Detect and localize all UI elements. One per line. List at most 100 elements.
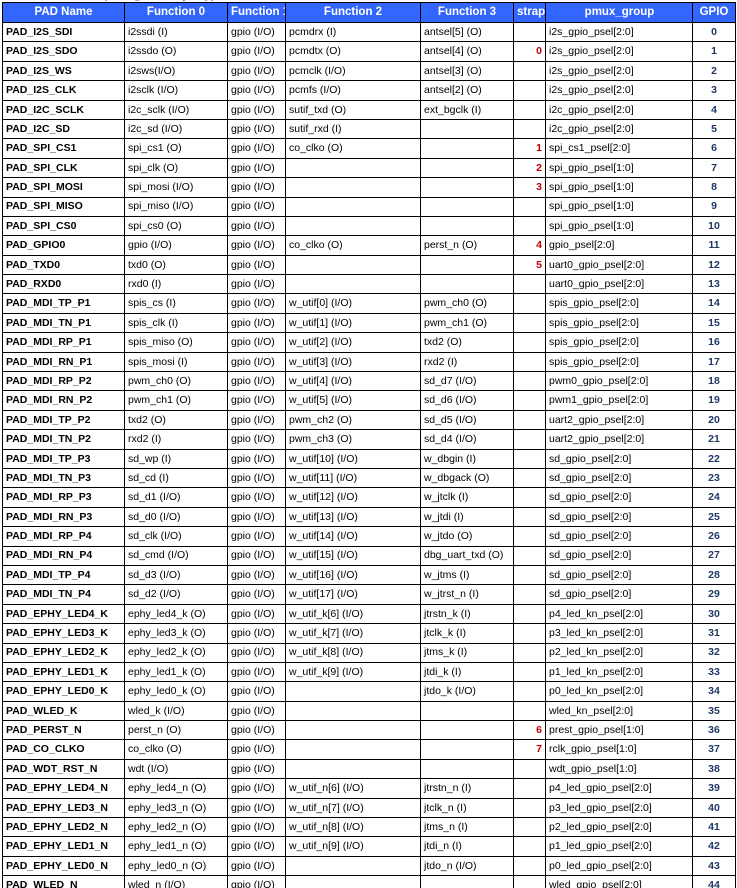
table-row[interactable]: PAD_I2S_SDI i2ssdi (I) gpio (I/O) pcmdrx (I… (2, 21, 736, 43)
cell-gpio: 2 (692, 60, 736, 82)
cell-pmux-group: i2c_gpio_psel[2:0] (545, 99, 693, 120)
table-row[interactable]: PAD_MDI_RN_P2 pwm_ch1 (O) gpio (I/O) w_utif… (2, 390, 736, 411)
table-row[interactable]: PAD_MDI_TN_P2 rxd2 (I) gpio (I/O) pwm_ch3 (… (2, 429, 736, 450)
table-row[interactable]: PAD_MDI_RP_P1 spis_miso (O) gpio (I/O) w_ut… (2, 332, 736, 353)
table-row[interactable]: PAD_EPHY_LED1_K ephy_led1_k (O) gpio (I/O)… (2, 661, 736, 683)
table-row[interactable]: PAD_WLED_N wled_n (I/O) gpio (I/O) wled_gpi… (2, 875, 736, 888)
cell-pmux-group: sd_gpio_psel[2:0] (545, 564, 693, 586)
cell-pad-name: PAD_EPHY_LED4_N (2, 778, 125, 799)
cell-strap (513, 293, 546, 314)
table-row[interactable]: PAD_MDI_TP_P4 sd_d3 (I/O) gpio (I/O) w_utif… (2, 564, 736, 586)
table-row[interactable]: PAD_EPHY_LED0_K ephy_led0_k (O) gpio (I/O)… (2, 681, 736, 702)
table-row[interactable]: PAD_EPHY_LED3_K ephy_led3_k (O) gpio (I/O)… (2, 623, 736, 644)
column-header-pad-name[interactable]: PAD Name (2, 2, 125, 23)
table-row[interactable]: PAD_SPI_CS0 spi_cs0 (O) gpio (I/O) spi_gpio… (2, 215, 736, 237)
cell-function-0: spi_cs0 (O) (124, 215, 228, 237)
table-row[interactable]: PAD_SPI_CS1 spi_cs1 (O) gpio (I/O) co_clko … (2, 138, 736, 159)
cell-strap (513, 196, 546, 217)
table-row[interactable]: PAD_MDI_TP_P1 spis_cs (I) gpio (I/O) w_utif… (2, 293, 736, 314)
cell-pmux-group: p4_led_kn_psel[2:0] (545, 603, 693, 625)
cell-function-0: sd_wp (I) (124, 448, 228, 469)
table-row[interactable]: PAD_WLED_K wled_k (I/O) gpio (I/O) wled_kn_… (2, 700, 736, 722)
cell-function-1: gpio (I/O) (227, 448, 286, 469)
cell-strap (513, 526, 546, 547)
table-row[interactable]: PAD_I2C_SD i2c_sd (I/O) gpio (I/O) sutif_rx… (2, 118, 736, 140)
table-row[interactable]: PAD_MDI_RN_P3 sd_d0 (I/O) gpio (I/O) w_utif… (2, 506, 736, 528)
table-row[interactable]: PAD_SPI_MISO spi_miso (I/O) gpio (I/O) spi_… (2, 196, 736, 217)
table-row[interactable]: PAD_MDI_TN_P1 spis_clk (I) gpio (I/O) w_uti… (2, 312, 736, 334)
cell-function-3: antsel[4] (O) (420, 41, 514, 62)
column-header-function-3[interactable]: Function 3 (420, 2, 514, 23)
cell-function-0: txd2 (O) (124, 409, 228, 431)
cell-pad-name: PAD_SPI_CS1 (2, 138, 125, 159)
cell-function-2 (285, 157, 421, 179)
table-row[interactable]: PAD_EPHY_LED4_N ephy_led4_n (O) gpio (I/O)… (2, 778, 736, 799)
cell-pmux-group: i2s_gpio_psel[2:0] (545, 60, 693, 82)
cell-pmux-group: uart2_gpio_psel[2:0] (545, 409, 693, 431)
table-row[interactable]: PAD_I2S_SDO i2ssdo (O) gpio (I/O) pcmdtx (O… (2, 41, 736, 62)
table-row[interactable]: PAD_MDI_TP_P3 sd_wp (I) gpio (I/O) w_utif[1… (2, 448, 736, 469)
cell-function-2: pcmdrx (I) (285, 21, 421, 43)
table-row[interactable]: PAD_SPI_MOSI spi_mosi (I/O) gpio (I/O) 3 spi… (2, 177, 736, 198)
cell-function-2: w_utif[17] (I/O) (285, 584, 421, 605)
cell-function-2: w_utif[3] (I/O) (285, 351, 421, 373)
cell-function-1: gpio (I/O) (227, 99, 286, 120)
table-row[interactable]: PAD_PERST_N perst_n (O) gpio (I/O) 6 prest_g… (2, 720, 736, 741)
cell-function-3: jtms_n (I) (420, 817, 514, 838)
cell-function-0: rxd2 (I) (124, 429, 228, 450)
cell-function-2: w_utif_n[9] (I/O) (285, 836, 421, 857)
cell-gpio: 38 (692, 758, 736, 780)
cell-pad-name: PAD_PERST_N (2, 720, 125, 741)
table-row[interactable]: PAD_EPHY_LED4_K ephy_led4_k (O) gpio (I/O)… (2, 603, 736, 625)
table-row[interactable]: PAD_GPIO0 gpio (I/O) gpio (I/O) co_clko (O)… (2, 235, 736, 256)
table-row[interactable]: PAD_CO_CLKO co_clko (O) gpio (I/O) 7 rclk_gp… (2, 739, 736, 760)
table-row[interactable]: PAD_MDI_RP_P3 sd_d1 (I/O) gpio (I/O) w_utif… (2, 487, 736, 508)
cell-gpio: 14 (692, 293, 736, 314)
table-row[interactable]: PAD_MDI_RP_P2 pwm_ch0 (O) gpio (I/O) w_utif… (2, 371, 736, 392)
cell-function-3: jtrstn_n (I) (420, 778, 514, 799)
cell-pmux-group: i2s_gpio_psel[2:0] (545, 21, 693, 43)
column-header-pmux-group[interactable]: pmux_group (545, 2, 693, 23)
cell-pmux-group: p0_led_kn_psel[2:0] (545, 681, 693, 702)
table-row[interactable]: PAD_SPI_CLK spi_clk (O) gpio (I/O) 2 spi_gpi… (2, 157, 736, 179)
table-row[interactable]: PAD_WDT_RST_N wdt (I/O) gpio (I/O) wdt_gpio… (2, 758, 736, 780)
table-row[interactable]: PAD_MDI_RN_P4 sd_cmd (I/O) gpio (I/O) w_uti… (2, 545, 736, 566)
cell-strap (513, 215, 546, 237)
cell-function-3: antsel[3] (O) (420, 60, 514, 82)
cell-gpio: 31 (692, 623, 736, 644)
table-row[interactable]: PAD_EPHY_LED0_N ephy_led0_n (O) gpio (I/O)… (2, 855, 736, 877)
table-row[interactable]: PAD_TXD0 txd0 (O) gpio (I/O) 5 uart0_gpio_ps… (2, 254, 736, 276)
table-row[interactable]: PAD_MDI_RN_P1 spis_mosi (I) gpio (I/O) w_ut… (2, 351, 736, 373)
table-row[interactable]: PAD_EPHY_LED3_N ephy_led3_n (O) gpio (I/O)… (2, 797, 736, 819)
table-row[interactable]: PAD_MDI_TN_P3 sd_cd (I) gpio (I/O) w_utif[1… (2, 467, 736, 489)
table-row[interactable]: PAD_MDI_TN_P4 sd_d2 (I/O) gpio (I/O) w_utif… (2, 584, 736, 605)
table-row[interactable]: PAD_I2S_WS i2sws(I/O) gpio (I/O) pcmclk (I/… (2, 60, 736, 82)
table-row[interactable]: PAD_EPHY_LED2_K ephy_led2_k (O) gpio (I/O)… (2, 642, 736, 663)
cell-function-0: sd_d2 (I/O) (124, 584, 228, 605)
cell-function-0: sd_clk (I/O) (124, 526, 228, 547)
cell-function-1: gpio (I/O) (227, 758, 286, 780)
column-header-gpio[interactable]: GPIO (692, 2, 736, 23)
table-row[interactable]: PAD_MDI_TP_P2 txd2 (O) gpio (I/O) pwm_ch2 (… (2, 409, 736, 431)
table-row[interactable]: PAD_I2C_SCLK i2c_sclk (I/O) gpio (I/O) suti… (2, 99, 736, 120)
cell-pad-name: PAD_I2C_SCLK (2, 99, 125, 120)
table-row[interactable]: PAD_RXD0 rxd0 (I) gpio (I/O) uart0_gpio_pse… (2, 274, 736, 295)
cell-function-1: gpio (I/O) (227, 623, 286, 644)
column-header-function-1[interactable]: Function 1 (227, 2, 286, 23)
table-row[interactable]: PAD_MDI_RP_P4 sd_clk (I/O) gpio (I/O) w_uti… (2, 526, 736, 547)
cell-function-1: gpio (I/O) (227, 196, 286, 217)
table-row[interactable]: PAD_I2S_CLK i2sclk (I/O) gpio (I/O) pcmfs (… (2, 80, 736, 101)
column-header-strap[interactable]: strap (513, 2, 546, 23)
cell-function-2 (285, 739, 421, 760)
cell-pmux-group: p2_led_gpio_psel[2:0] (545, 817, 693, 838)
cell-function-3 (420, 739, 514, 760)
column-header-function-0[interactable]: Function 0 (124, 2, 228, 23)
cell-pad-name: PAD_WLED_N (2, 875, 125, 888)
cell-pad-name: PAD_EPHY_LED1_K (2, 661, 125, 683)
table-row[interactable]: PAD_EPHY_LED2_N ephy_led2_n (O) gpio (I/O)… (2, 817, 736, 838)
cell-function-0: sd_cd (I) (124, 467, 228, 489)
cell-gpio: 4 (692, 99, 736, 120)
table-row[interactable]: PAD_EPHY_LED1_N ephy_led1_n (O) gpio (I/O)… (2, 836, 736, 857)
column-header-function-2[interactable]: Function 2 (285, 2, 421, 23)
cell-strap (513, 332, 546, 353)
